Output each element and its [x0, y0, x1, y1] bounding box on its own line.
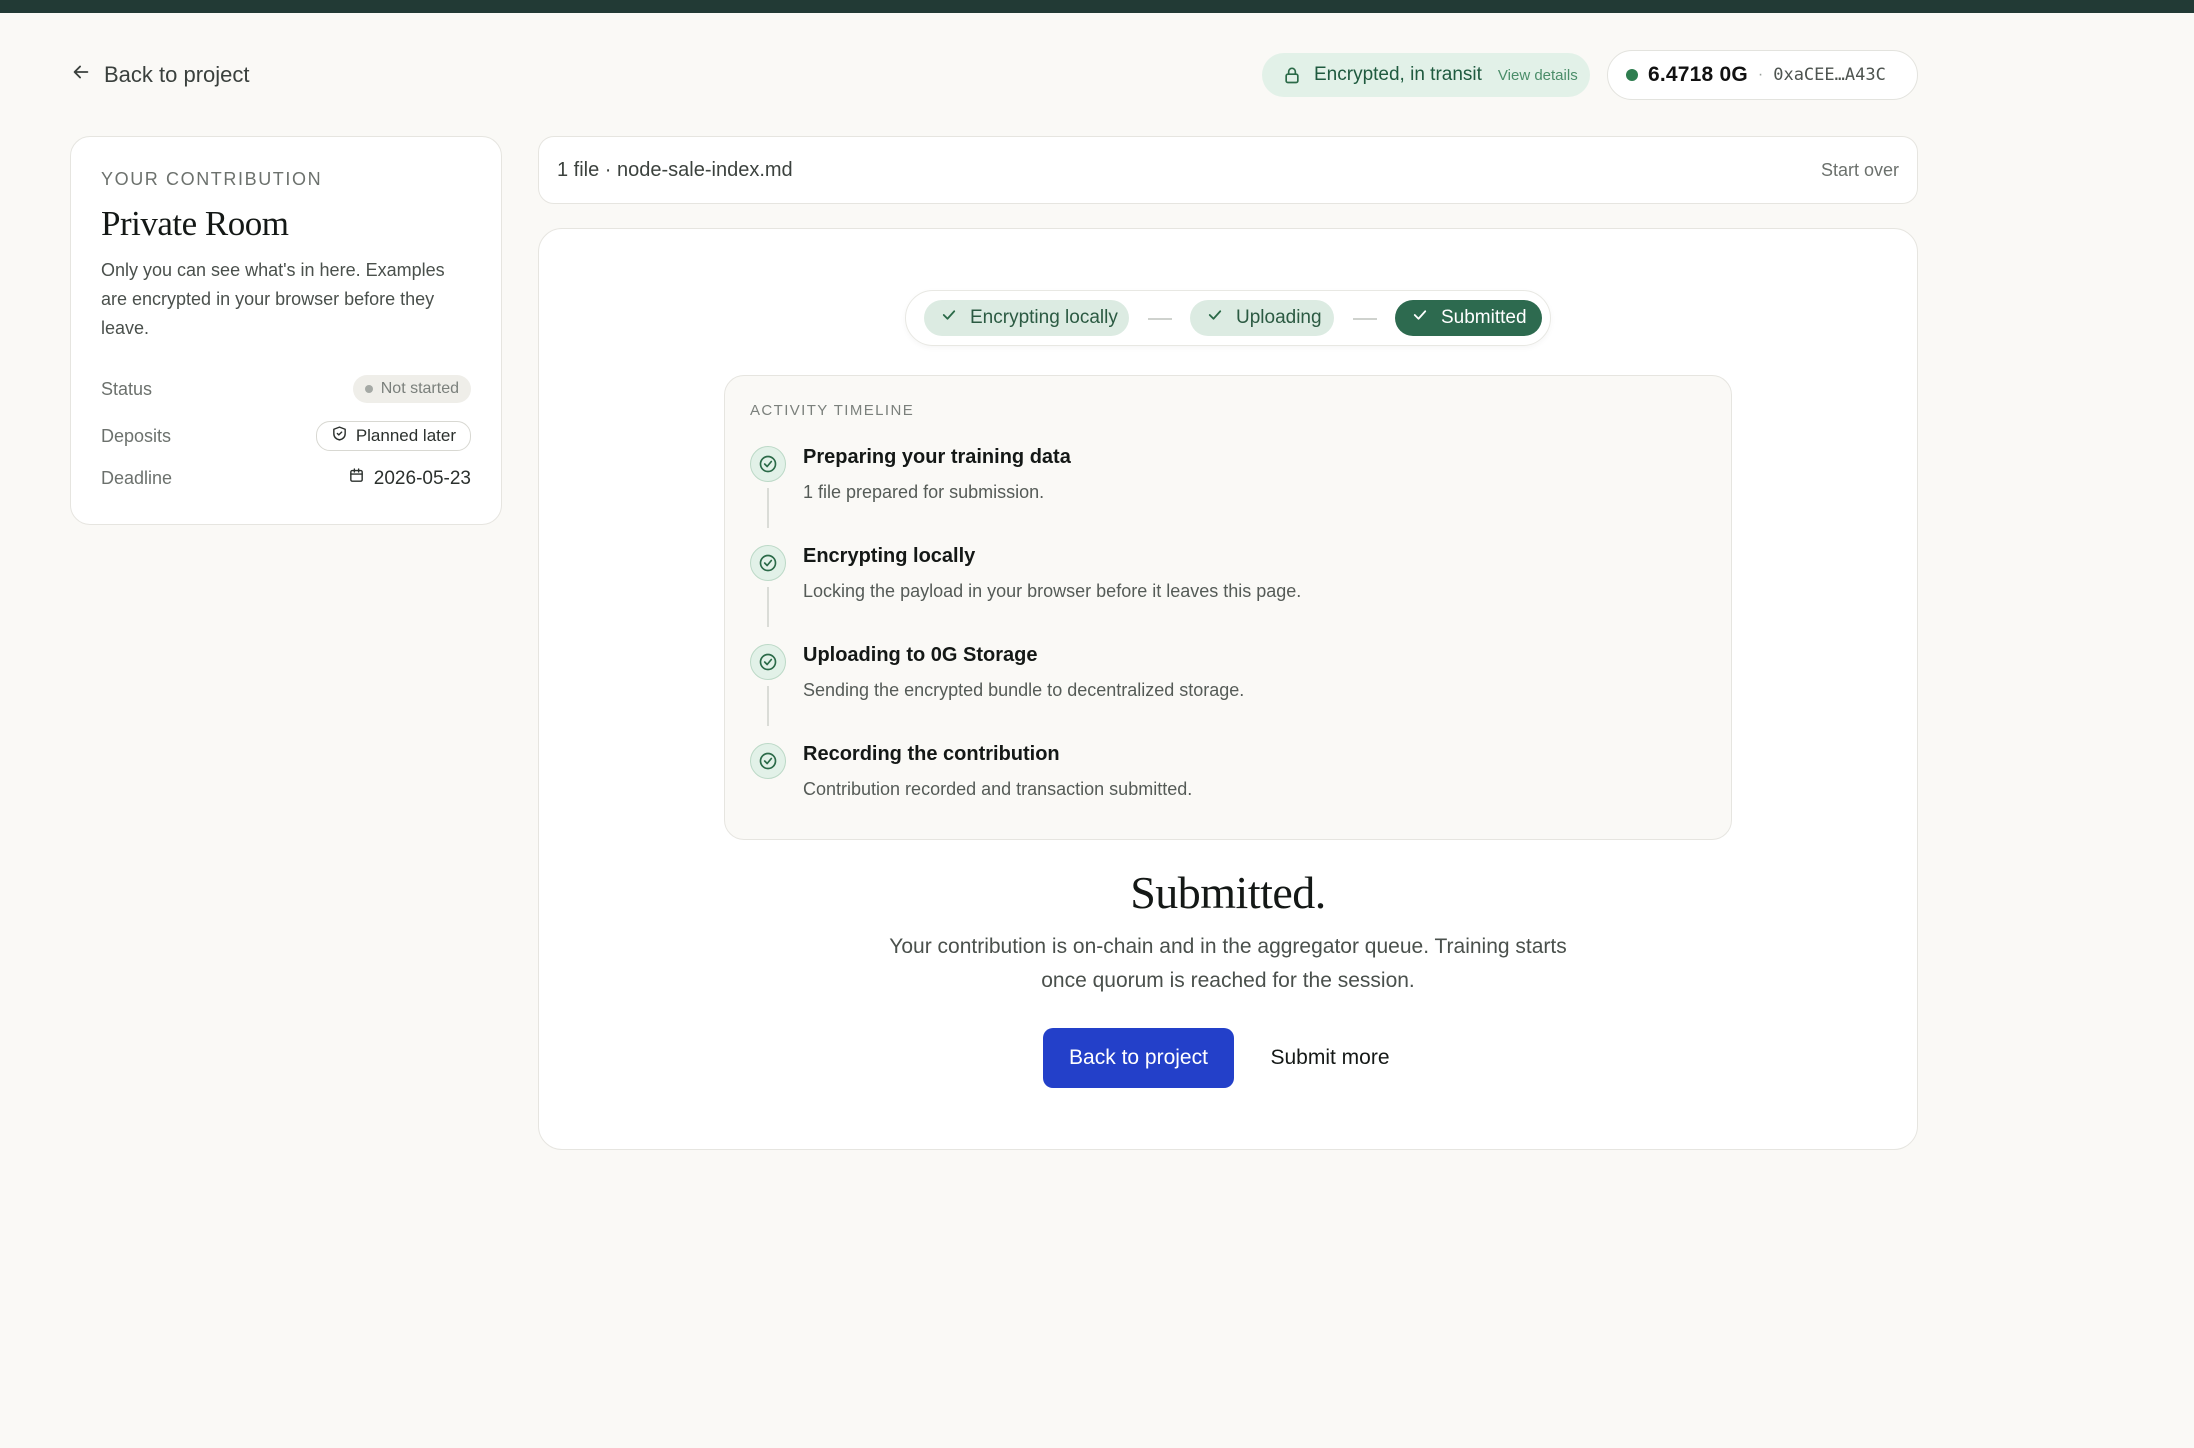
contribution-title: Private Room — [101, 204, 289, 243]
timeline-connector — [767, 686, 769, 726]
status-label: Status — [101, 378, 153, 399]
status-value: Not started — [380, 380, 459, 397]
timeline-connector — [767, 488, 769, 528]
contribution-description: Only you can see what's in here. Example… — [101, 260, 445, 338]
timeline-item-title: Recording the contribution — [803, 743, 1060, 765]
deposits-label: Deposits — [101, 425, 172, 446]
step-submitted: Submitted — [1395, 300, 1542, 336]
deadline-value-group: 2026-05-23 — [348, 467, 471, 490]
wallet-pill[interactable]: 6.4718 0G · 0xaCEE…A43C — [1607, 50, 1918, 100]
check-circle-icon — [750, 743, 786, 779]
result-message: Your contribution is on-chain and in the… — [889, 935, 1567, 992]
wallet-separator: · — [1757, 66, 1764, 83]
arrow-left-icon — [70, 61, 92, 89]
step-connector — [1148, 318, 1172, 320]
deposits-badge: Planned later — [315, 421, 471, 451]
timeline-connector — [767, 587, 769, 627]
timeline-item-title: Encrypting locally — [803, 545, 976, 567]
timeline-title: ACTIVITY TIMELINE — [750, 402, 915, 419]
check-circle-icon — [750, 446, 786, 482]
file-bar: 1 file · node-sale-index.md Start over — [538, 136, 1918, 204]
timeline-item-description: Sending the encrypted bundle to decentra… — [803, 680, 1245, 700]
progress-stepper: Encrypting locally Uploading Submitted — [905, 290, 1551, 346]
shield-check-icon — [331, 425, 348, 447]
status-dot-icon — [364, 385, 373, 393]
timeline-item: Preparing your training data 1 file prep… — [750, 446, 1710, 536]
file-summary: 1 file · node-sale-index.md — [557, 158, 793, 181]
start-over-link[interactable]: Start over — [1821, 160, 1899, 181]
submit-more-button[interactable]: Submit more — [1250, 1028, 1410, 1088]
calendar-icon — [348, 467, 365, 490]
top-accent-bar — [0, 0, 2194, 13]
check-icon — [1206, 306, 1224, 330]
check-circle-icon — [750, 644, 786, 680]
activity-timeline: ACTIVITY TIMELINE Preparing your trainin… — [724, 375, 1732, 840]
step-connector — [1353, 318, 1377, 320]
timeline-item: Uploading to 0G Storage Sending the encr… — [750, 644, 1710, 734]
step-label: Uploading — [1236, 307, 1322, 328]
encryption-status-text: Encrypted, in transit — [1314, 64, 1482, 85]
back-link-label: Back to project — [104, 62, 250, 87]
timeline-item-title: Preparing your training data — [803, 446, 1071, 468]
back-to-project-button[interactable]: Back to project — [1043, 1028, 1234, 1088]
deadline-value: 2026-05-23 — [373, 467, 471, 489]
contribution-eyebrow: YOUR CONTRIBUTION — [101, 169, 323, 189]
contribution-card: YOUR CONTRIBUTION Private Room Only you … — [70, 136, 502, 525]
timeline-item-description: Contribution recorded and transaction su… — [803, 779, 1193, 799]
timeline-item: Encrypting locally Locking the payload i… — [750, 545, 1710, 635]
lock-icon — [1282, 65, 1302, 85]
timeline-item-description: 1 file prepared for submission. — [803, 482, 1045, 502]
check-icon — [1411, 306, 1429, 330]
timeline-item-description: Locking the payload in your browser befo… — [803, 581, 1302, 601]
view-details-link[interactable]: View details — [1498, 67, 1578, 84]
step-label: Encrypting locally — [970, 307, 1118, 328]
timeline-item-title: Uploading to 0G Storage — [803, 644, 1038, 666]
deposits-row: Deposits Planned later — [101, 421, 471, 451]
result-heading: Submitted. — [1130, 867, 1326, 918]
deadline-label: Deadline — [101, 468, 173, 488]
status-badge: Not started — [352, 375, 471, 403]
encryption-status-pill: Encrypted, in transit View details — [1262, 53, 1590, 97]
status-row: Status Not started — [101, 375, 471, 403]
check-circle-icon — [750, 545, 786, 581]
deposits-value: Planned later — [355, 426, 456, 445]
deadline-row: Deadline 2026-05-23 — [101, 467, 471, 490]
step-uploading: Uploading — [1190, 300, 1334, 336]
check-icon — [940, 306, 958, 330]
back-to-project-link[interactable]: Back to project — [70, 60, 250, 90]
wallet-balance: 6.4718 0G — [1648, 63, 1748, 86]
wallet-address: 0xaCEE…A43C — [1773, 65, 1886, 85]
step-label: Submitted — [1441, 307, 1527, 328]
step-encrypting: Encrypting locally — [924, 300, 1129, 336]
timeline-item: Recording the contribution Contribution … — [750, 743, 1710, 833]
connected-dot-icon — [1626, 69, 1638, 81]
